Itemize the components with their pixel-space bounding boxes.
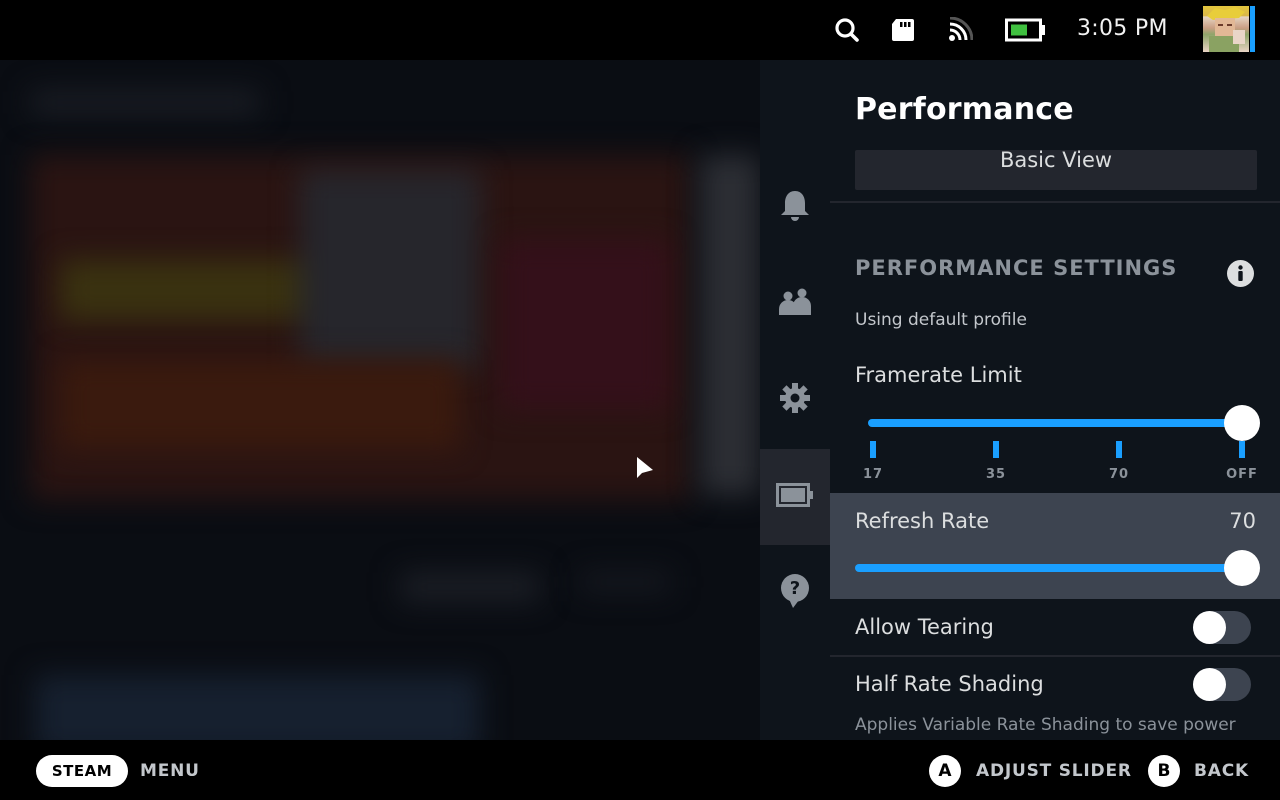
nav-notifications[interactable]: [760, 160, 830, 256]
gear-icon: [779, 382, 811, 418]
steam-button[interactable]: STEAM: [36, 755, 128, 787]
nav-settings[interactable]: [760, 352, 830, 448]
section-heading: PERFORMANCE SETTINGS: [855, 256, 1178, 280]
footer-hints: STEAM MENU A ADJUST SLIDER B BACK: [0, 740, 1280, 800]
refresh-rate-row[interactable]: Refresh Rate 70: [830, 493, 1280, 599]
bell-icon: [779, 189, 811, 227]
help-icon: ?: [779, 573, 811, 613]
toggle-knob: [1193, 668, 1226, 701]
svg-text:?: ?: [790, 578, 800, 599]
battery-icon: [776, 483, 814, 511]
avatar-status-bar: [1250, 6, 1255, 52]
battery-icon: [1005, 14, 1047, 46]
toggle-knob: [1193, 611, 1226, 644]
b-button-glyph: B: [1148, 755, 1180, 787]
half-rate-shading-description: Applies Variable Rate Shading to save po…: [855, 715, 1236, 735]
slider-track[interactable]: [855, 564, 1242, 572]
basic-view-button[interactable]: Basic View: [855, 148, 1257, 190]
info-icon[interactable]: [1227, 260, 1254, 287]
adjust-slider-hint[interactable]: ADJUST SLIDER: [976, 761, 1132, 781]
nav-help[interactable]: ?: [760, 545, 830, 641]
refresh-rate-value: 70: [1229, 509, 1256, 533]
slider-knob[interactable]: [1224, 550, 1260, 586]
basic-view-label: Basic View: [999, 148, 1113, 172]
slider-knob[interactable]: [1224, 405, 1260, 441]
search-icon[interactable]: [832, 14, 862, 46]
allow-tearing-label: Allow Tearing: [855, 615, 994, 639]
friends-icon: [778, 287, 812, 321]
user-avatar[interactable]: [1203, 6, 1249, 52]
quick-access-nav: ?: [760, 60, 830, 740]
back-hint[interactable]: BACK: [1194, 761, 1249, 781]
sd-card-icon: [889, 14, 917, 46]
half-rate-shading-toggle[interactable]: [1193, 668, 1251, 701]
nav-friends[interactable]: [760, 256, 830, 352]
slider-tick: [870, 441, 876, 458]
nav-performance[interactable]: [760, 449, 830, 545]
divider: [830, 655, 1280, 657]
framerate-limit-label: Framerate Limit: [855, 363, 1022, 387]
a-button-glyph: A: [929, 755, 961, 787]
half-rate-shading-label: Half Rate Shading: [855, 672, 1044, 696]
slider-tick-label: 35: [985, 467, 1007, 482]
slider-tick-label: 17: [862, 467, 884, 482]
profile-status: Using default profile: [855, 310, 1027, 330]
panel-title: Performance: [855, 92, 1074, 127]
divider: [830, 201, 1280, 203]
slider-tick-label: 70: [1108, 467, 1130, 482]
slider-tick: [993, 441, 999, 458]
status-bar: 3:05 PM: [0, 0, 1280, 60]
slider-tick: [1116, 441, 1122, 458]
refresh-rate-label: Refresh Rate: [855, 509, 990, 533]
wifi-icon: [945, 14, 975, 46]
background-game-page: [0, 60, 760, 740]
performance-panel: Performance Basic View PERFORMANCE SETTI…: [830, 60, 1280, 740]
menu-hint: MENU: [140, 761, 200, 781]
allow-tearing-toggle[interactable]: [1193, 611, 1251, 644]
clock: 3:05 PM: [1077, 16, 1168, 41]
slider-tick-label: OFF: [1226, 467, 1258, 482]
slider-tick: [1239, 441, 1245, 458]
slider-track[interactable]: [868, 419, 1242, 427]
